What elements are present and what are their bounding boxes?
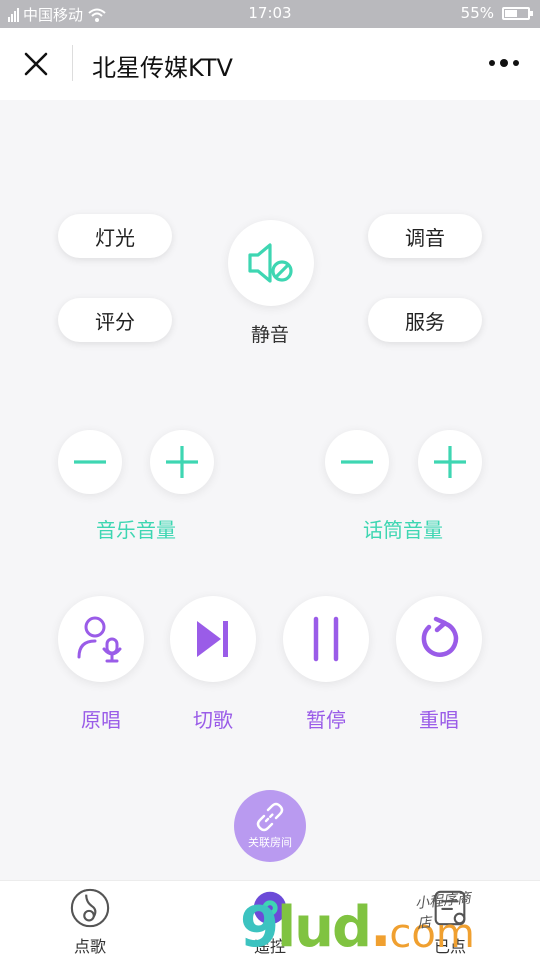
header: 北星传媒KTV	[0, 28, 540, 100]
speaker-mute-icon	[248, 243, 293, 283]
plus-icon	[434, 446, 466, 478]
tab-queued[interactable]: 已点	[400, 887, 500, 957]
bottom-tab-bar: 点歌 遥控 已点	[0, 880, 540, 960]
tab-label: 点歌	[73, 937, 106, 956]
mic-volume-label: 话筒音量	[363, 518, 443, 542]
list-icon	[434, 890, 466, 926]
next-song-label: 切歌	[193, 708, 233, 732]
music-volume-down-button[interactable]	[58, 430, 122, 494]
more-dot-icon	[489, 60, 495, 66]
mute-label: 静音	[250, 324, 289, 346]
tab-label: 遥控	[253, 937, 286, 956]
close-button[interactable]	[14, 44, 58, 84]
page-title: 北星传媒KTV	[92, 54, 233, 82]
next-song-button[interactable]	[170, 596, 256, 682]
pause-icon	[313, 616, 339, 662]
broken-link-icon	[256, 802, 284, 832]
tab-song-select[interactable]: 点歌	[40, 887, 140, 957]
score-button[interactable]: 评分	[58, 298, 172, 342]
tab-label: 已点	[433, 937, 466, 956]
pause-button[interactable]	[283, 596, 369, 682]
original-vocal-button[interactable]	[58, 596, 144, 682]
tab-remote[interactable]: 遥控	[220, 887, 320, 957]
minus-icon	[74, 460, 106, 464]
replay-button[interactable]	[396, 596, 482, 682]
music-volume-up-button[interactable]	[150, 430, 214, 494]
music-note-icon	[70, 888, 110, 928]
battery-icon	[502, 6, 533, 20]
status-bar: 中国移动 17:03 55%	[0, 0, 540, 28]
pause-label: 暂停	[306, 708, 346, 732]
close-icon	[24, 52, 48, 76]
minus-icon	[341, 460, 373, 464]
more-dot-icon	[500, 59, 508, 67]
more-button[interactable]	[482, 48, 526, 78]
plus-icon	[166, 446, 198, 478]
mute-button[interactable]	[228, 220, 314, 306]
music-volume-label: 音乐音量	[96, 518, 176, 542]
original-vocal-label: 原唱	[81, 708, 121, 732]
more-dot-icon	[513, 60, 519, 66]
link-room-label: 关联房间	[248, 836, 292, 849]
tuning-button[interactable]: 调音	[368, 214, 482, 258]
status-time: 17:03	[248, 4, 292, 22]
replay-icon	[421, 616, 459, 657]
mic-volume-up-button[interactable]	[418, 430, 482, 494]
header-divider	[72, 45, 73, 81]
battery-percent: 55%	[460, 4, 494, 22]
remote-icon	[253, 891, 287, 925]
link-room-button[interactable]: 关联房间	[234, 790, 306, 862]
lights-button[interactable]: 灯光	[58, 214, 172, 258]
singer-mic-icon	[77, 616, 122, 663]
replay-label: 重唱	[419, 708, 459, 732]
service-button[interactable]: 服务	[368, 298, 482, 342]
skip-next-icon	[197, 621, 228, 657]
status-right: 55%	[460, 4, 533, 22]
mic-volume-down-button[interactable]	[325, 430, 389, 494]
